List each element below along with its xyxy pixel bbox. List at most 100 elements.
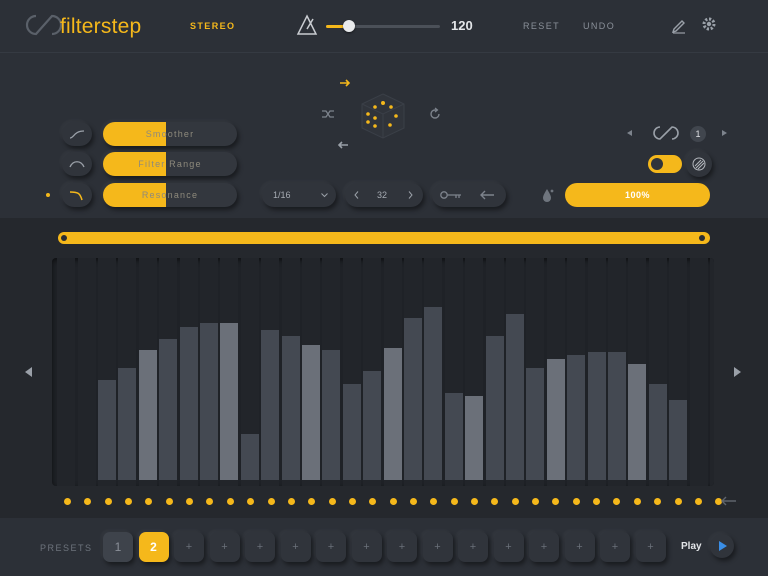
step-dot[interactable] xyxy=(674,498,682,505)
loop-range-bar[interactable] xyxy=(58,232,710,244)
undo-button[interactable]: UNDO xyxy=(583,21,615,31)
step-bar[interactable] xyxy=(444,393,463,480)
add-preset-button[interactable]: + xyxy=(209,532,240,562)
step-bar[interactable] xyxy=(485,336,504,480)
step-dot[interactable] xyxy=(532,498,540,505)
add-preset-button[interactable]: + xyxy=(245,532,275,562)
loop-icon[interactable] xyxy=(648,124,684,142)
step-bar[interactable] xyxy=(159,338,178,480)
metronome-icon[interactable] xyxy=(296,14,318,36)
gear-icon[interactable] xyxy=(701,16,717,32)
step-dot[interactable] xyxy=(450,498,458,505)
grid-column[interactable] xyxy=(710,258,714,486)
step-bar[interactable] xyxy=(608,352,626,480)
drop-icon[interactable] xyxy=(538,186,556,204)
step-bar[interactable] xyxy=(628,363,647,480)
step-count-stepper[interactable]: 32 xyxy=(345,183,423,207)
step-dot[interactable] xyxy=(572,498,580,505)
step-dot[interactable] xyxy=(64,498,71,505)
key-icon[interactable] xyxy=(439,189,463,201)
step-dot[interactable] xyxy=(104,498,112,505)
step-bar[interactable] xyxy=(648,384,667,480)
add-preset-button[interactable]: + xyxy=(422,532,453,562)
add-preset-button[interactable]: + xyxy=(493,532,524,562)
arrow-right-icon[interactable] xyxy=(338,76,352,90)
return-arrow-icon[interactable] xyxy=(718,494,738,508)
add-preset-button[interactable]: + xyxy=(174,532,204,562)
smoother-slider[interactable]: Smoother xyxy=(103,122,237,146)
back-arrow-icon[interactable] xyxy=(478,189,496,201)
step-bar[interactable] xyxy=(669,400,688,480)
step-bar[interactable] xyxy=(240,434,259,480)
grid-column[interactable] xyxy=(77,258,96,486)
tempo-slider-knob[interactable] xyxy=(342,20,355,32)
step-length-select[interactable]: 1/16 xyxy=(262,183,336,207)
step-dot[interactable] xyxy=(694,498,702,505)
step-dot[interactable] xyxy=(165,498,173,505)
shuffle-icon[interactable] xyxy=(320,107,336,121)
step-bar[interactable] xyxy=(567,354,586,480)
dice-icon[interactable] xyxy=(356,90,410,142)
preset-slot[interactable]: 2 xyxy=(138,532,169,562)
triangle-left-icon[interactable] xyxy=(626,129,634,137)
step-dot[interactable] xyxy=(409,498,417,505)
step-dot[interactable] xyxy=(226,498,234,505)
refresh-icon[interactable] xyxy=(428,107,442,121)
step-bar[interactable] xyxy=(179,327,198,480)
resonance-slider[interactable]: Resonance xyxy=(103,183,237,207)
step-grid[interactable] xyxy=(52,258,714,486)
add-preset-button[interactable]: + xyxy=(458,532,488,562)
page-prev-button[interactable] xyxy=(16,359,42,385)
add-preset-button[interactable]: + xyxy=(280,532,311,562)
add-preset-button[interactable]: + xyxy=(529,532,559,562)
step-bar[interactable] xyxy=(342,384,361,480)
step-dot[interactable] xyxy=(471,498,478,505)
step-bar[interactable] xyxy=(404,318,422,480)
step-bar[interactable] xyxy=(261,329,280,480)
step-bar[interactable] xyxy=(587,352,606,480)
triangle-right-icon[interactable] xyxy=(720,129,728,137)
step-bar[interactable] xyxy=(220,322,239,480)
loop-end-handle[interactable] xyxy=(699,235,705,241)
step-dot[interactable] xyxy=(633,498,641,505)
step-dot[interactable] xyxy=(287,498,295,505)
pattern-button[interactable] xyxy=(686,151,712,177)
curve-resonance-button[interactable] xyxy=(62,183,92,207)
step-bar[interactable] xyxy=(281,336,300,480)
arrow-left-icon[interactable] xyxy=(336,138,350,152)
key-control[interactable] xyxy=(432,183,506,207)
add-preset-button[interactable]: + xyxy=(600,532,630,562)
step-bar[interactable] xyxy=(98,379,116,480)
add-preset-button[interactable]: + xyxy=(351,532,382,562)
mix-button[interactable]: 100% xyxy=(565,183,710,207)
play-label[interactable]: Play xyxy=(681,541,702,552)
preset-slot[interactable]: 1 xyxy=(103,532,133,562)
filter-range-slider[interactable]: Filter Range xyxy=(103,152,237,176)
step-bar[interactable] xyxy=(506,313,524,480)
step-bar[interactable] xyxy=(200,322,218,480)
toggle-switch[interactable] xyxy=(648,155,682,173)
reset-button[interactable]: RESET xyxy=(523,21,560,31)
step-bar[interactable] xyxy=(138,350,157,480)
step-bar[interactable] xyxy=(546,359,565,480)
step-bar[interactable] xyxy=(424,306,443,480)
step-dot[interactable] xyxy=(267,498,275,505)
add-preset-button[interactable]: + xyxy=(316,532,346,562)
curve-range-button[interactable] xyxy=(62,152,92,176)
curve-smooth-button[interactable] xyxy=(62,122,92,146)
add-preset-button[interactable]: + xyxy=(387,532,417,562)
step-dot[interactable] xyxy=(125,498,133,505)
step-bar[interactable] xyxy=(526,368,545,480)
add-preset-button[interactable]: + xyxy=(564,532,595,562)
loop-start-handle[interactable] xyxy=(61,235,67,241)
step-dot[interactable] xyxy=(389,498,397,505)
add-preset-button[interactable]: + xyxy=(635,532,666,562)
step-bar[interactable] xyxy=(118,368,137,480)
step-bar[interactable] xyxy=(363,370,382,480)
step-dot[interactable] xyxy=(511,498,519,505)
step-bar[interactable] xyxy=(302,345,320,480)
grid-column[interactable] xyxy=(689,258,708,486)
page-next-button[interactable] xyxy=(724,359,750,385)
step-bar[interactable] xyxy=(383,347,402,480)
pen-icon[interactable] xyxy=(670,16,688,34)
